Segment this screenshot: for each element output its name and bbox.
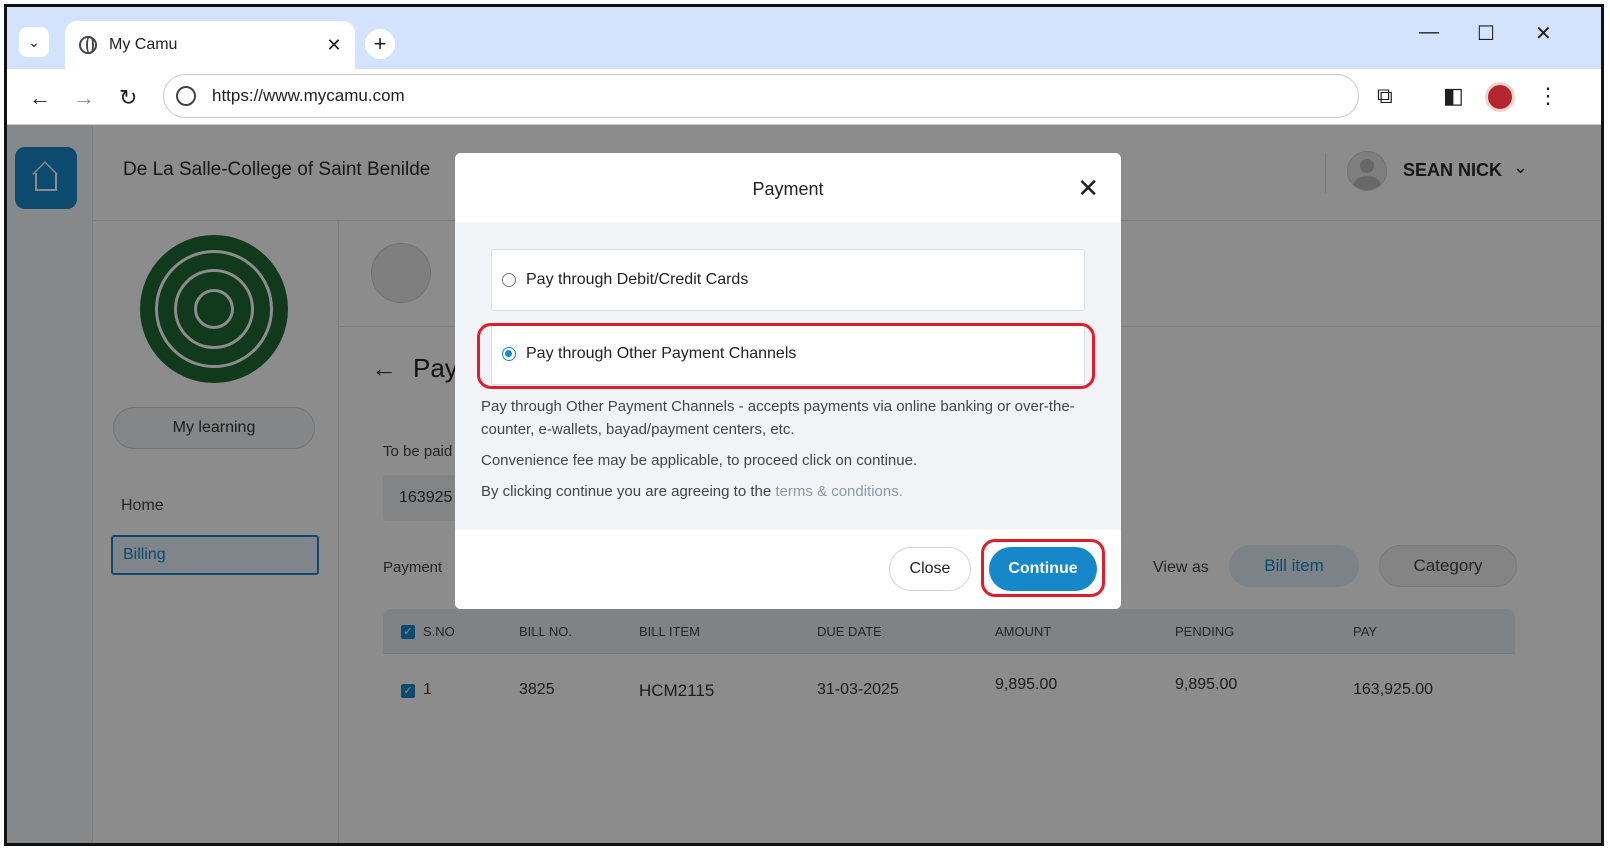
close-icon[interactable]: ✕ [1077, 173, 1099, 204]
screenshot-frame: ⌄ My Camu ✕ + — ☐ ✕ ← → ↻ https://www.my… [4, 4, 1604, 846]
continue-button[interactable]: Continue [989, 547, 1097, 591]
browser-tab-bar: ⌄ My Camu ✕ + — ☐ ✕ [7, 7, 1601, 69]
payment-modal: Payment ✕ Pay through Debit/Credit Cards… [455, 153, 1121, 609]
close-button[interactable]: Close [889, 547, 971, 591]
modal-header: Payment ✕ [455, 153, 1121, 223]
option-debit-credit-cards[interactable]: Pay through Debit/Credit Cards [491, 249, 1085, 311]
site-info-icon[interactable] [176, 86, 196, 106]
profile-avatar-icon[interactable] [1485, 82, 1515, 112]
terms-prefix: By clicking continue you are agreeing to… [481, 483, 772, 500]
reload-icon[interactable]: ↻ [119, 85, 137, 111]
forward-icon[interactable]: → [73, 85, 95, 111]
back-icon[interactable]: ← [29, 85, 51, 111]
close-window-icon[interactable]: ✕ [1535, 21, 1552, 46]
browser-toolbar: ← → ↻ https://www.mycamu.com ⧉ ◧ ⋮ [7, 69, 1601, 125]
tab-title: My Camu [109, 36, 178, 53]
address-bar[interactable]: https://www.mycamu.com [163, 74, 1359, 118]
convenience-fee-note: Convenience fee may be applicable, to pr… [481, 452, 918, 469]
kebab-menu-icon[interactable]: ⋮ [1537, 83, 1559, 109]
terms-sentence: By clicking continue you are agreeing to… [481, 480, 1097, 503]
extensions-puzzle-icon[interactable]: ⧉ [1377, 83, 1393, 109]
option-label: Pay through Debit/Credit Cards [526, 271, 749, 288]
maximize-icon[interactable]: ☐ [1477, 21, 1495, 46]
close-tab-icon[interactable]: ✕ [319, 35, 349, 56]
globe-icon [79, 36, 97, 54]
minimize-icon[interactable]: — [1419, 21, 1439, 44]
tab-search-chevron-down-icon[interactable]: ⌄ [19, 27, 49, 57]
url-text: https://www.mycamu.com [212, 86, 405, 105]
browser-tab[interactable]: My Camu ✕ [65, 21, 355, 69]
side-panel-icon[interactable]: ◧ [1443, 83, 1464, 109]
description-text: Pay through Other Payment Channels - acc… [481, 398, 1075, 438]
radio-debit-credit[interactable] [502, 273, 516, 287]
option-highlight-annotation [477, 323, 1095, 389]
modal-title: Payment [752, 179, 824, 199]
terms-link[interactable]: terms & conditions. [775, 483, 903, 500]
modal-footer: Close Continue [455, 529, 1121, 609]
new-tab-button[interactable]: + [365, 29, 395, 59]
